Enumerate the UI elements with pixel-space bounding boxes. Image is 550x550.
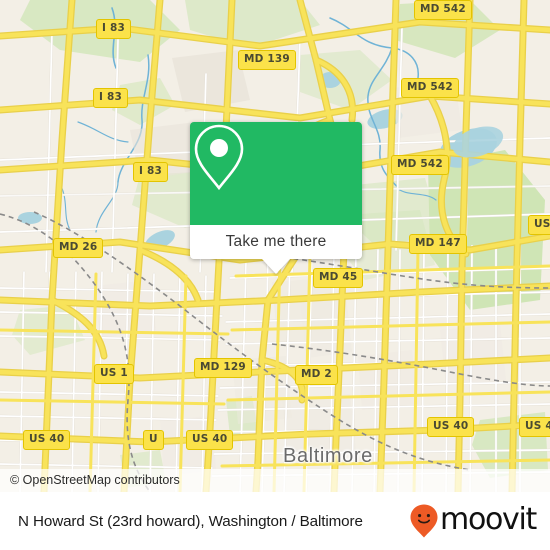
map-attribution: © OpenStreetMap contributors [0, 469, 550, 492]
location-title: N Howard St (23rd howard), Washington / … [18, 512, 363, 530]
road-shield: I 83 [133, 162, 168, 182]
take-me-there-card[interactable]: Take me there [190, 122, 362, 274]
road-shield: MD 542 [414, 0, 472, 20]
road-shield: MD 26 [53, 238, 104, 258]
road-shield: US 40 [427, 417, 475, 437]
road-shield: US 40 [23, 430, 71, 450]
road-shield: U [143, 430, 164, 450]
map-pin-icon [194, 124, 244, 191]
card-pointer-tail [262, 259, 290, 274]
road-shield: MD 147 [409, 234, 467, 254]
road-shield: US 4 [519, 417, 550, 437]
screenshot-root: .pk{fill:#cfe5b5} .pkl{fill:#dbe9c6} .wt… [0, 0, 550, 550]
moovit-logo[interactable]: moovit [409, 502, 537, 539]
road-shield: I 83 [96, 19, 131, 39]
moovit-pin-icon [410, 504, 438, 538]
road-shield: MD 139 [238, 50, 296, 70]
card-action-bar[interactable]: Take me there [190, 225, 362, 259]
moovit-wordmark: moovit [440, 502, 537, 537]
road-shield: MD 45 [313, 268, 364, 288]
road-shield: I 83 [93, 88, 128, 108]
road-shield: MD 2 [295, 365, 338, 385]
card-action-label: Take me there [225, 233, 327, 250]
road-shield: US 1 [94, 364, 134, 384]
road-shield: MD 542 [401, 78, 459, 98]
road-shield: MD 129 [194, 358, 252, 378]
place-label: Baltimore [283, 445, 373, 467]
road-shield: US 40 [186, 430, 234, 450]
footer-bar: N Howard St (23rd howard), Washington / … [0, 492, 550, 550]
road-shield: MD 542 [391, 155, 449, 175]
road-shield: US [528, 215, 550, 235]
map-canvas[interactable]: .pk{fill:#cfe5b5} .pkl{fill:#dbe9c6} .wt… [0, 0, 550, 492]
card-green-header [190, 122, 362, 225]
